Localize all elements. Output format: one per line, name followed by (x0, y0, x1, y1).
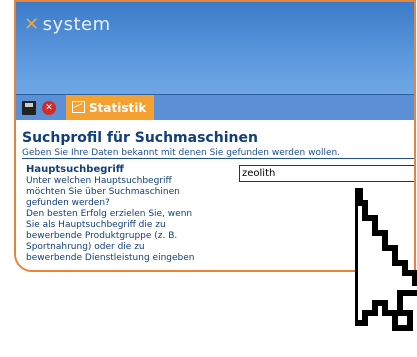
page-title: Suchprofil für Suchmaschinen (22, 130, 258, 146)
tab-label: Statistik (89, 101, 147, 115)
help-line: Unter welchen Hauptsuchbegriff (26, 176, 172, 186)
close-icon[interactable]: ✕ (42, 101, 56, 115)
mouse-cursor-icon (355, 188, 417, 331)
chart-icon (72, 101, 85, 113)
help-line: möchten Sie über Suchmaschinen (26, 187, 180, 197)
toolbar: ✕ Statistik (16, 94, 414, 121)
help-line: Sportnahrung) oder die zu (26, 242, 145, 252)
help-line: Sie als Hauptsuchbegriff die zu (26, 220, 166, 230)
help-line: bewerbende Produktgruppe (z. B. (26, 231, 178, 241)
app-logo: ✕ system (24, 14, 111, 35)
help-line: Den besten Erfolg erzielen Sie, wenn (26, 209, 193, 219)
app-header: ✕ system (16, 2, 414, 94)
logo-mark-icon: ✕ (24, 14, 40, 35)
logo-text: system (42, 14, 111, 35)
field-label-hauptsuchbegriff: Hauptsuchbegriff (26, 164, 124, 175)
divider (22, 158, 414, 159)
help-line: gefunden werden? (26, 198, 110, 208)
help-line: bewerbende Dienstleistung eingeben (26, 253, 195, 263)
page-subtitle: Geben Sie Ihre Daten bekannt mit denen S… (22, 148, 341, 158)
save-icon[interactable] (22, 101, 36, 115)
field-help-text: Unter welchen Hauptsuchbegriff möchten S… (26, 176, 221, 264)
hauptsuchbegriff-input[interactable] (239, 165, 414, 182)
tab-statistik[interactable]: Statistik (66, 95, 155, 121)
